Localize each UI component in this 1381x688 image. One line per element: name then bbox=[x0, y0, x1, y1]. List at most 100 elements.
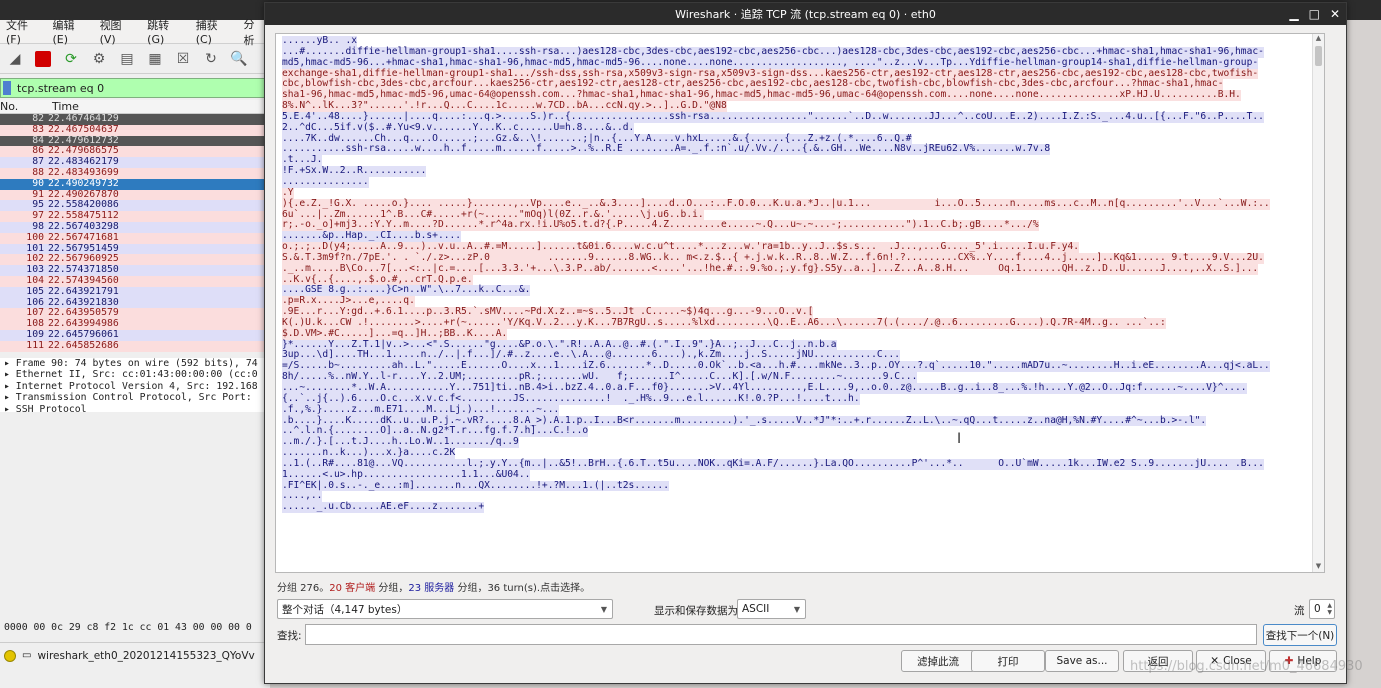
menu-item[interactable]: 跳转(G) bbox=[141, 17, 190, 46]
packet-list: 82 22.467464129 83 22.467504637 84 22.4796127… bbox=[0, 113, 270, 352]
filter-out-button[interactable]: 滤掉此流 bbox=[901, 650, 975, 672]
menu-item[interactable]: 捕获(C) bbox=[190, 17, 238, 46]
status-file-name: wireshark_eth0_20201214155323_QYoVv bbox=[37, 649, 255, 662]
stop-icon[interactable] bbox=[32, 48, 54, 70]
packet-no: 83 bbox=[32, 123, 44, 135]
menu-item[interactable]: 视图(V) bbox=[94, 17, 142, 46]
conversation-select-value: 整个对话（4,147 bytes） bbox=[282, 603, 408, 616]
watermark: https://blog.csdn.net/m0_46684930 bbox=[1130, 659, 1363, 674]
save-as-button[interactable]: Save as... bbox=[1045, 650, 1119, 672]
server-data-line: .FI^EK|.0.s..-._e...:m].......n...QX....… bbox=[282, 479, 669, 492]
maximize-icon[interactable]: □ bbox=[1309, 7, 1320, 21]
spin-arrows-icon[interactable]: ▲ ▼ bbox=[1327, 602, 1332, 616]
shark-fin-icon[interactable]: ◢ bbox=[4, 48, 26, 70]
find-label: 查找: bbox=[277, 630, 302, 642]
reload-icon[interactable]: ↻ bbox=[200, 48, 222, 70]
summary-server[interactable]: 23 服务器 bbox=[408, 583, 454, 594]
detail-tree-item[interactable]: ▸ Internet Protocol Version 4, Src: 192.… bbox=[4, 381, 270, 393]
packet-row[interactable]: 100 22.567471681 bbox=[0, 231, 270, 244]
save-icon[interactable]: ▦ bbox=[144, 48, 166, 70]
summary-total: 分组 276。 bbox=[277, 583, 330, 594]
options-icon[interactable]: ⚙ bbox=[88, 48, 110, 70]
display-format-select[interactable]: ASCII ▼ bbox=[737, 599, 806, 619]
status-bar: ▭ wireshark_eth0_20201214155323_QYoVv bbox=[0, 642, 270, 668]
detail-tree-item[interactable]: ▸ SSH Protocol bbox=[4, 404, 270, 416]
open-icon[interactable]: ▤ bbox=[116, 48, 138, 70]
find-input[interactable] bbox=[305, 624, 1257, 645]
detail-tree-item[interactable]: ▸ Ethernet II, Src: cc:01:43:00:00:00 (c… bbox=[4, 369, 270, 381]
display-filter-text: tcp.stream eq 0 bbox=[17, 81, 105, 95]
print-label: 打印 bbox=[997, 655, 1019, 668]
conversation-select[interactable]: 整个对话（4,147 bytes） ▼ bbox=[277, 599, 613, 619]
display-filter-bar[interactable]: tcp.stream eq 0 bbox=[0, 78, 270, 98]
menubar: 文件(F) 编辑(E) 视图(V) 跳转(G) 捕获(C) 分析 bbox=[0, 17, 270, 47]
summary-client[interactable]: 20 客户端 bbox=[329, 583, 375, 594]
packet-row[interactable]: 90 22.490249732 bbox=[0, 177, 270, 190]
packet-no: 100 bbox=[26, 231, 44, 243]
print-button[interactable]: 打印 bbox=[971, 650, 1045, 672]
scroll-down-icon[interactable]: ▼ bbox=[1313, 562, 1324, 572]
menu-item[interactable]: 文件(F) bbox=[0, 17, 46, 46]
stream-number-spinbox[interactable]: 0 ▲ ▼ bbox=[1309, 599, 1335, 619]
dialog-title-bar: Wireshark · 追踪 TCP 流 (tcp.stream eq 0) ·… bbox=[265, 3, 1346, 25]
packet-time: 22.490249732 bbox=[48, 177, 119, 189]
find-next-button[interactable]: 查找下一个(N) bbox=[1263, 624, 1337, 646]
close-icon[interactable]: ✕ bbox=[1330, 7, 1340, 21]
detail-tree-item[interactable]: ▸ Frame 90: 74 bytes on wire (592 bits),… bbox=[4, 358, 270, 370]
find-icon[interactable]: 🔍 bbox=[228, 48, 250, 70]
server-data-line: ......_.u.Cb.....AE.eF....z.......+ bbox=[282, 501, 485, 514]
display-format-value: ASCII bbox=[742, 603, 770, 615]
stream-number-value: 0 bbox=[1314, 603, 1321, 615]
options-row: 整个对话（4,147 bytes） ▼ 显示和保存数据为 ASCII ▼ 流 0… bbox=[277, 599, 1337, 621]
server-data-line: 1......<.u>.hp.................1.1...&U0… bbox=[282, 468, 531, 481]
bookmark-icon[interactable] bbox=[3, 81, 11, 95]
stream-label: 流 bbox=[1294, 605, 1305, 617]
packet-bytes: 0000 00 0c 29 c8 f2 1c cc 01 43 00 00 00… bbox=[0, 622, 270, 633]
stream-content[interactable]: ......yB.. .x ...#.......diffie-hellman-g… bbox=[275, 33, 1325, 573]
summary-sep: 分组， bbox=[375, 583, 409, 594]
packet-time: 22.645852686 bbox=[48, 339, 119, 351]
display-format-label: 显示和保存数据为 bbox=[654, 605, 738, 617]
packet-row[interactable]: 111 22.645852686 bbox=[0, 339, 270, 352]
server-data-line: .f.,%.}.....z...m.E71....M...Lj.)...!...… bbox=[282, 403, 560, 416]
follow-tcp-stream-dialog: Wireshark · 追踪 TCP 流 (tcp.stream eq 0) ·… bbox=[264, 2, 1347, 684]
server-data-line: ............... bbox=[282, 175, 369, 188]
menu-item[interactable]: 编辑(E) bbox=[46, 17, 93, 46]
scrollbar-thumb[interactable] bbox=[1315, 46, 1322, 66]
filter-out-label: 滤掉此流 bbox=[917, 655, 959, 668]
packet-details: ▸ Frame 90: 74 bytes on wire (592 bits),… bbox=[0, 357, 270, 415]
chevron-down-icon: ▼ bbox=[793, 604, 800, 614]
column-header-no[interactable]: No. bbox=[0, 100, 52, 113]
packet-time: 22.567471681 bbox=[48, 231, 119, 243]
capture-file-icon: ▭ bbox=[22, 650, 32, 661]
close-file-icon[interactable]: ☒ bbox=[172, 48, 194, 70]
expert-info-icon[interactable] bbox=[4, 649, 16, 662]
wireshark-main-window: 文件(F) 编辑(E) 视图(V) 跳转(G) 捕获(C) 分析 ◢ ⟳ ⚙ ▤ ▦ ☒ … bbox=[0, 17, 270, 688]
minimize-icon[interactable]: ▁ bbox=[1289, 7, 1298, 21]
find-row: 查找: 查找下一个(N) bbox=[277, 624, 1337, 646]
packet-no: 105 bbox=[26, 285, 44, 297]
packet-row[interactable]: 105 22.643921791 bbox=[0, 285, 270, 298]
packet-row[interactable]: 83 22.467504637 bbox=[0, 123, 270, 136]
column-header-time[interactable]: Time bbox=[52, 100, 79, 113]
stream-summary: 分组 276。20 客户端 分组，23 服务器 分组，36 turn(s).点击… bbox=[277, 579, 590, 594]
find-next-label: 查找下一个(N) bbox=[1265, 629, 1335, 642]
chevron-down-icon: ▼ bbox=[600, 604, 607, 614]
packet-no: 90 bbox=[32, 177, 44, 189]
summary-turns: 分组，36 turn(s).点击选择。 bbox=[454, 583, 591, 594]
client-data-line: $.D.VM>.#C.....]...=q..]H..;BB..K....A. bbox=[282, 327, 508, 340]
stream-text: ......yB.. .x ...#.......diffie-hellman-g… bbox=[282, 35, 1324, 514]
save-as-label: Save as... bbox=[1056, 655, 1108, 667]
server-data-line: 2..^dC...5if.v($..#.Yu<9.v.......Y...K..… bbox=[282, 121, 635, 134]
scroll-up-icon[interactable]: ▲ bbox=[1313, 34, 1324, 44]
detail-tree-item[interactable]: ▸ Transmission Control Protocol, Src Por… bbox=[4, 392, 270, 404]
main-toolbar: ◢ ⟳ ⚙ ▤ ▦ ☒ ↻ 🔍 bbox=[0, 44, 270, 74]
client-data-line: ){.e.Z._!G.X. .....o.}.... .....}.......… bbox=[282, 197, 1270, 210]
server-data-line: md5,hmac-md5-96...+hmac-sha1,hmac-sha1-9… bbox=[282, 56, 1259, 69]
stream-vertical-scrollbar[interactable]: ▲ ▼ bbox=[1312, 34, 1324, 572]
packet-no: 111 bbox=[26, 339, 44, 351]
packet-time: 22.467504637 bbox=[48, 123, 119, 135]
dialog-title: Wireshark · 追踪 TCP 流 (tcp.stream eq 0) ·… bbox=[675, 8, 936, 21]
packet-time: 22.643921791 bbox=[48, 285, 119, 297]
restart-icon[interactable]: ⟳ bbox=[60, 48, 82, 70]
